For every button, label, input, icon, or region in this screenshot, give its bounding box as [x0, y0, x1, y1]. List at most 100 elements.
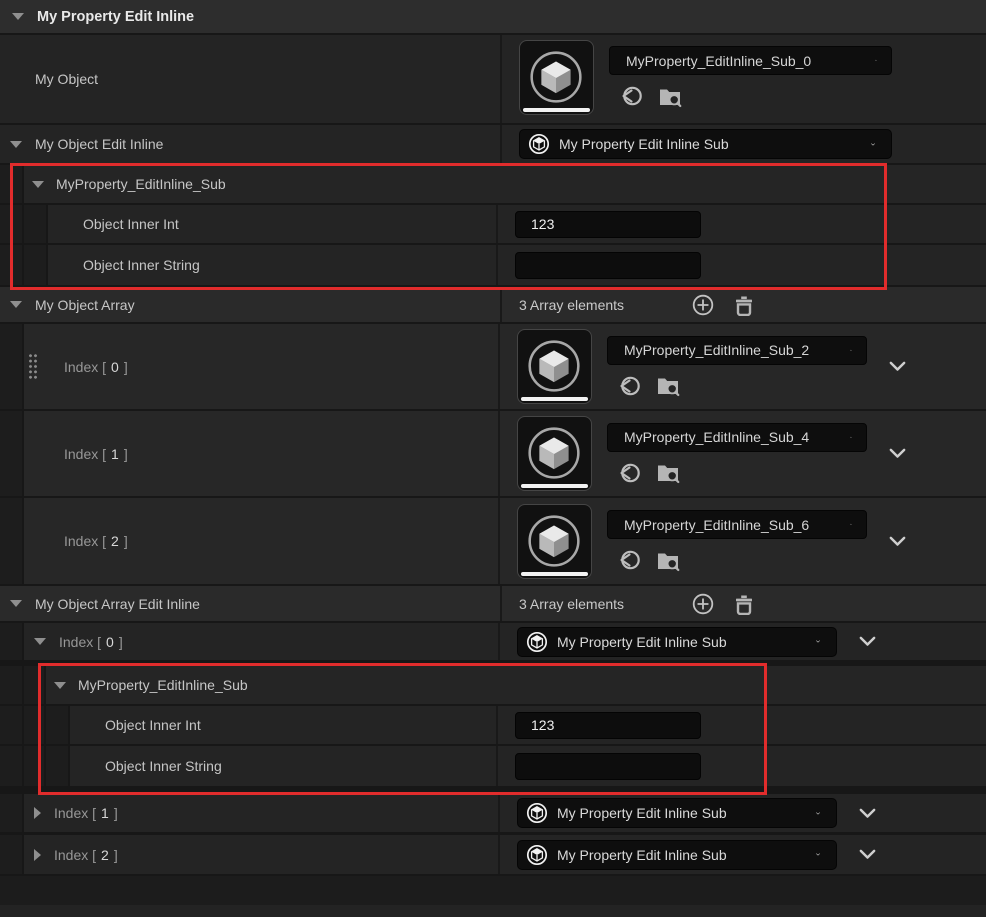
- string-input[interactable]: [515, 252, 701, 279]
- row-expander[interactable]: [889, 448, 906, 459]
- int-input[interactable]: [515, 712, 701, 739]
- use-selected-asset-icon[interactable]: [617, 374, 643, 398]
- inline-class-combo[interactable]: My Property Edit Inline Sub: [517, 798, 837, 828]
- property-label: My Object Edit Inline: [35, 136, 163, 152]
- row-expander[interactable]: [889, 361, 906, 372]
- indent-rail: [0, 623, 24, 660]
- use-selected-asset-icon[interactable]: [617, 548, 643, 572]
- combo-label: My Property Edit Inline Sub: [557, 847, 727, 863]
- drag-handle-icon[interactable]: [28, 353, 38, 380]
- indent-rail: [0, 746, 24, 786]
- combo-label: My Property Edit Inline Sub: [557, 634, 727, 650]
- use-selected-asset-icon[interactable]: [619, 84, 645, 108]
- inline-object-icon: [528, 133, 550, 155]
- inline-sub-header[interactable]: MyProperty_EditInline_Sub: [0, 666, 986, 704]
- inline-class-combo[interactable]: My Property Edit Inline Sub: [517, 627, 837, 657]
- expand-icon[interactable]: [34, 807, 41, 819]
- indent-rail: [24, 245, 48, 285]
- asset-picker-dropdown[interactable]: MyProperty_EditInline_Sub_2: [607, 336, 867, 365]
- panel-footer: [0, 876, 986, 917]
- indent-rail: [24, 706, 46, 744]
- use-selected-asset-icon[interactable]: [617, 461, 643, 485]
- row-expander[interactable]: [889, 536, 906, 547]
- add-element-icon[interactable]: [692, 294, 714, 316]
- asset-color-bar: [521, 397, 588, 401]
- indent-rail: [0, 706, 24, 744]
- indent-rail: [0, 205, 24, 243]
- chevron-down-icon: [806, 809, 820, 818]
- browse-to-asset-icon[interactable]: [658, 85, 682, 108]
- property-row-my-object: My Object MyProperty_EditInline_Sub_0: [0, 35, 986, 123]
- index-label: Index [1]: [54, 805, 118, 821]
- expand-icon[interactable]: [10, 600, 22, 607]
- asset-thumbnail-cube-icon[interactable]: [519, 40, 594, 115]
- chevron-down-icon: [889, 361, 906, 372]
- asset-thumbnail-cube-icon[interactable]: [517, 416, 592, 491]
- asset-thumbnail-cube-icon[interactable]: [517, 504, 592, 579]
- add-element-icon[interactable]: [692, 593, 714, 615]
- array-inline-item-row: Index [1] My Property Edit Inline Sub: [0, 794, 986, 832]
- asset-picker-dropdown[interactable]: MyProperty_EditInline_Sub_4: [607, 423, 867, 452]
- category-title: My Property Edit Inline: [37, 9, 194, 25]
- browse-to-asset-icon[interactable]: [656, 549, 680, 572]
- inline-object-icon: [526, 802, 548, 824]
- array-count: 3 Array elements: [519, 596, 692, 612]
- indent-rail: [46, 706, 70, 744]
- int-input[interactable]: [515, 211, 701, 238]
- chevron-down-icon: [838, 520, 852, 529]
- array-inline-item-row: Index [2] My Property Edit Inline Sub: [0, 835, 986, 874]
- indent-rail: [24, 205, 48, 243]
- combo-label: My Property Edit Inline Sub: [559, 136, 729, 152]
- expand-icon[interactable]: [10, 141, 22, 148]
- string-input[interactable]: [515, 753, 701, 780]
- category-header[interactable]: My Property Edit Inline: [0, 0, 986, 33]
- expand-icon[interactable]: [34, 849, 41, 861]
- combo-label: My Property Edit Inline Sub: [557, 805, 727, 821]
- inline-sub-header[interactable]: MyProperty_EditInline_Sub: [0, 165, 986, 203]
- inline-class-combo[interactable]: My Property Edit Inline Sub: [519, 129, 892, 159]
- sub-object-name: MyProperty_EditInline_Sub: [78, 677, 248, 693]
- indent-rail: [0, 324, 24, 409]
- chevron-down-icon: [838, 433, 852, 442]
- indent-rail: [46, 746, 70, 786]
- array-header-my-object-array-edit-inline[interactable]: My Object Array Edit Inline 3 Array elem…: [0, 586, 986, 621]
- asset-name: MyProperty_EditInline_Sub_4: [624, 429, 809, 445]
- cube-icon: [518, 418, 591, 489]
- inline-class-combo[interactable]: My Property Edit Inline Sub: [517, 840, 837, 870]
- indent-rail: [0, 245, 24, 285]
- browse-to-asset-icon[interactable]: [656, 461, 680, 484]
- chevron-down-icon: [889, 536, 906, 547]
- category-expand-icon[interactable]: [12, 13, 24, 20]
- array-header-my-object-array[interactable]: My Object Array 3 Array elements: [0, 287, 986, 322]
- property-row-object-inner-string: Object Inner String: [0, 746, 986, 786]
- asset-picker-dropdown[interactable]: MyProperty_EditInline_Sub_0: [609, 46, 892, 75]
- asset-name: MyProperty_EditInline_Sub_6: [624, 517, 809, 533]
- asset-color-bar: [523, 108, 590, 112]
- chevron-down-icon: [863, 56, 877, 65]
- indent-rail: [0, 498, 24, 584]
- inline-object-icon: [526, 631, 548, 653]
- browse-to-asset-icon[interactable]: [656, 374, 680, 397]
- expand-icon[interactable]: [32, 181, 44, 188]
- array-item-row: Index [2] MyProperty_EditInline_Sub_6: [0, 498, 986, 584]
- asset-thumbnail-cube-icon[interactable]: [517, 329, 592, 404]
- indent-rail: [0, 835, 24, 874]
- indent-rail: [0, 411, 24, 496]
- chevron-down-icon: [859, 636, 876, 647]
- index-label: Index [0]: [59, 634, 123, 650]
- row-expander[interactable]: [859, 808, 876, 819]
- chevron-down-icon: [861, 140, 875, 149]
- chevron-down-icon: [806, 850, 820, 859]
- row-expander[interactable]: [859, 849, 876, 860]
- row-expander[interactable]: [859, 636, 876, 647]
- chevron-down-icon: [806, 637, 820, 646]
- expand-icon[interactable]: [54, 682, 66, 689]
- expand-icon[interactable]: [34, 638, 46, 645]
- asset-picker-dropdown[interactable]: MyProperty_EditInline_Sub_6: [607, 510, 867, 539]
- expand-icon[interactable]: [10, 301, 22, 308]
- index-label: Index [0]: [64, 359, 128, 375]
- delete-elements-icon[interactable]: [733, 294, 755, 316]
- property-label: Object Inner String: [105, 758, 222, 774]
- delete-elements-icon[interactable]: [733, 593, 755, 615]
- property-row-object-inner-int: Object Inner Int: [0, 205, 986, 243]
